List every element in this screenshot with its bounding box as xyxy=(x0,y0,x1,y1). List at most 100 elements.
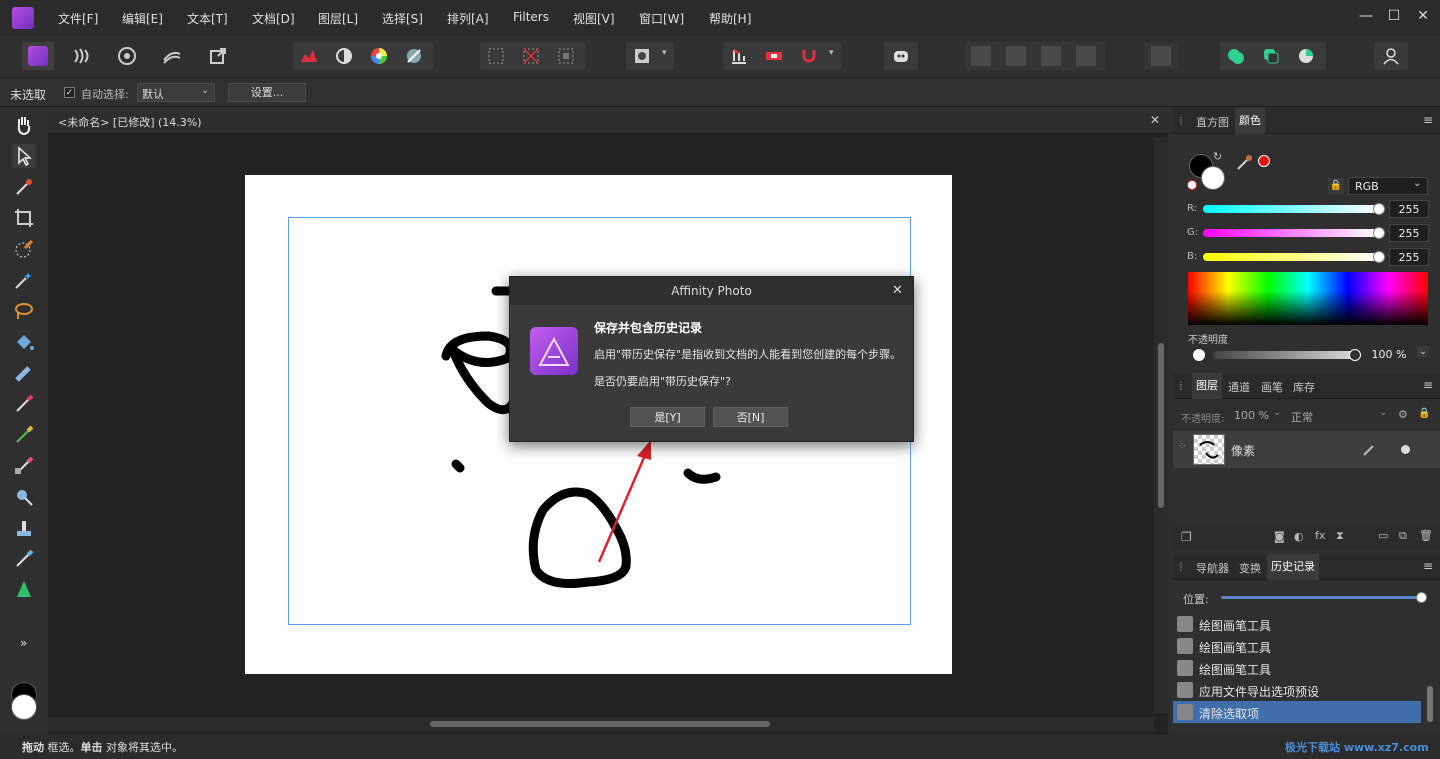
align-menu-button[interactable] xyxy=(1144,42,1178,70)
subtract-shape-icon[interactable] xyxy=(1261,46,1281,66)
mask-layer-icon[interactable]: ◙ xyxy=(1274,530,1285,543)
levels-icon[interactable] xyxy=(299,46,319,66)
adjustment-layer-icon[interactable]: ◐ xyxy=(1294,530,1304,543)
menu-file[interactable]: 文件[F] xyxy=(58,10,98,27)
panel-menu-icon[interactable]: ≡ xyxy=(1423,559,1433,573)
blue-slider[interactable] xyxy=(1203,253,1380,261)
tab-layers[interactable]: 图层 xyxy=(1192,373,1222,399)
yes-button[interactable]: 是[Y] xyxy=(630,407,705,427)
menu-window[interactable]: 窗口[W] xyxy=(639,10,684,27)
panel-grip-icon[interactable]: ⁞ xyxy=(1179,379,1183,393)
tab-history[interactable]: 历史记录 xyxy=(1267,554,1319,580)
tab-transform[interactable]: 变换 xyxy=(1239,560,1261,576)
deselect-icon[interactable] xyxy=(521,46,541,66)
tab-brushes[interactable]: 画笔 xyxy=(1261,379,1283,395)
blur-tool-icon[interactable] xyxy=(12,485,36,509)
tone-mapping-persona-button[interactable] xyxy=(156,42,188,70)
folder-icon[interactable]: ▭ xyxy=(1378,529,1388,542)
intersect-shape-icon[interactable] xyxy=(1296,46,1316,66)
lasso-tool-icon[interactable] xyxy=(12,299,36,323)
brightness-icon[interactable] xyxy=(334,46,354,66)
white-balance-icon[interactable] xyxy=(404,46,424,66)
tab-histogram[interactable]: 直方图 xyxy=(1196,114,1229,130)
gear-icon[interactable]: ⚙ xyxy=(1398,408,1408,421)
invert-selection-icon[interactable] xyxy=(556,46,576,66)
develop-persona-button[interactable] xyxy=(111,42,143,70)
assistant-button[interactable] xyxy=(884,42,918,70)
pen-tool-icon[interactable] xyxy=(12,578,36,602)
chevron-down-icon[interactable]: ⌄ xyxy=(1273,407,1281,418)
history-item[interactable]: 应用文件导出选项预设 xyxy=(1173,679,1421,701)
selection-brush-tool-icon[interactable] xyxy=(12,237,36,261)
vertical-scrollbar[interactable] xyxy=(1154,138,1168,713)
menu-text[interactable]: 文本[T] xyxy=(187,10,228,27)
picked-color-swatch[interactable] xyxy=(1258,155,1270,167)
quick-mask-group[interactable]: ▾ xyxy=(626,42,674,70)
menu-arrange[interactable]: 排列[A] xyxy=(447,10,489,27)
lock-icon[interactable]: 🔒 xyxy=(1418,408,1430,419)
panel-menu-icon[interactable]: ≡ xyxy=(1423,113,1433,127)
arrange-backward-icon[interactable] xyxy=(1006,46,1026,66)
green-value-input[interactable]: 255 xyxy=(1389,224,1429,242)
menu-help[interactable]: 帮助[H] xyxy=(709,10,751,27)
history-item[interactable]: 绘图画笔工具 xyxy=(1173,613,1421,635)
snapping-magnet-icon[interactable] xyxy=(799,46,819,66)
history-position-slider[interactable] xyxy=(1221,596,1421,599)
opacity-slider-knob[interactable] xyxy=(1349,349,1361,361)
paint-brush-tool-icon[interactable] xyxy=(12,392,36,416)
blend-mode-value[interactable]: 正常 xyxy=(1291,409,1313,425)
auto-select-dropdown[interactable]: 默认 ⌄ xyxy=(137,83,215,102)
align-icon[interactable] xyxy=(729,46,749,66)
history-position-knob[interactable] xyxy=(1416,592,1427,603)
crop-tool-icon[interactable] xyxy=(12,206,36,230)
opacity-slider[interactable] xyxy=(1213,351,1358,359)
background-color-swatch[interactable] xyxy=(11,694,37,720)
tab-color[interactable]: 颜色 xyxy=(1235,108,1265,134)
lock-icon[interactable]: 🔒 xyxy=(1328,178,1344,194)
clone-stamp-tool-icon[interactable] xyxy=(12,516,36,540)
red-slider[interactable] xyxy=(1203,205,1380,213)
vertical-scroll-thumb[interactable] xyxy=(1158,343,1164,508)
blue-slider-knob[interactable] xyxy=(1373,251,1385,263)
layer-row[interactable]: ⁘ 像素 xyxy=(1173,431,1440,468)
add-shape-icon[interactable] xyxy=(1226,46,1246,66)
live-filter-icon[interactable]: ⧗ xyxy=(1336,529,1344,543)
photo-persona-button[interactable] xyxy=(22,42,54,70)
account-button[interactable] xyxy=(1374,42,1408,70)
force-pixel-icon[interactable] xyxy=(764,46,784,66)
no-color-icon[interactable] xyxy=(1187,180,1197,190)
menu-select[interactable]: 选择[S] xyxy=(382,10,423,27)
horizontal-scroll-thumb[interactable] xyxy=(430,721,770,727)
fx-icon[interactable]: fx xyxy=(1315,529,1325,542)
arrange-front-icon[interactable] xyxy=(1076,46,1096,66)
menu-view[interactable]: 视图[V] xyxy=(573,10,615,27)
trash-icon[interactable]: 🗑 xyxy=(1419,529,1433,542)
arrange-forward-icon[interactable] xyxy=(1041,46,1061,66)
menu-document[interactable]: 文档[D] xyxy=(252,10,295,27)
history-item[interactable]: 绘图画笔工具 xyxy=(1173,635,1421,657)
layer-properties-icon[interactable]: ❐ xyxy=(1181,530,1192,544)
panel-grip-icon[interactable]: ⁞ xyxy=(1179,560,1183,574)
no-button[interactable]: 否[N] xyxy=(713,407,788,427)
tab-navigator[interactable]: 导航器 xyxy=(1196,560,1229,576)
drag-handle-icon[interactable]: ⁘ xyxy=(1178,441,1186,452)
move-tool-icon[interactable] xyxy=(12,144,36,168)
opacity-value[interactable]: 100 % xyxy=(1365,346,1413,364)
auto-select-checkbox[interactable]: ✓ xyxy=(64,87,75,98)
tab-stock[interactable]: 库存 xyxy=(1293,379,1315,395)
green-slider-knob[interactable] xyxy=(1373,227,1385,239)
panel-grip-icon[interactable]: ⁞ xyxy=(1179,114,1183,128)
blue-value-input[interactable]: 255 xyxy=(1389,248,1429,266)
liquify-persona-button[interactable] xyxy=(66,42,98,70)
opacity-dropdown-icon[interactable]: ⌄ xyxy=(1417,346,1429,357)
swap-colors-icon[interactable]: ↻ xyxy=(1213,150,1222,163)
tab-channels[interactable]: 通道 xyxy=(1228,379,1250,395)
color-picker-tool-icon[interactable] xyxy=(12,175,36,199)
panel-menu-icon[interactable]: ≡ xyxy=(1423,378,1433,392)
history-scroll-thumb[interactable] xyxy=(1427,686,1433,722)
horizontal-scrollbar[interactable] xyxy=(48,717,1154,731)
settings-button[interactable]: 设置... xyxy=(228,83,306,102)
select-all-icon[interactable] xyxy=(486,46,506,66)
maximize-button[interactable]: ☐ xyxy=(1384,8,1404,24)
eyedropper-icon[interactable] xyxy=(1235,152,1255,172)
